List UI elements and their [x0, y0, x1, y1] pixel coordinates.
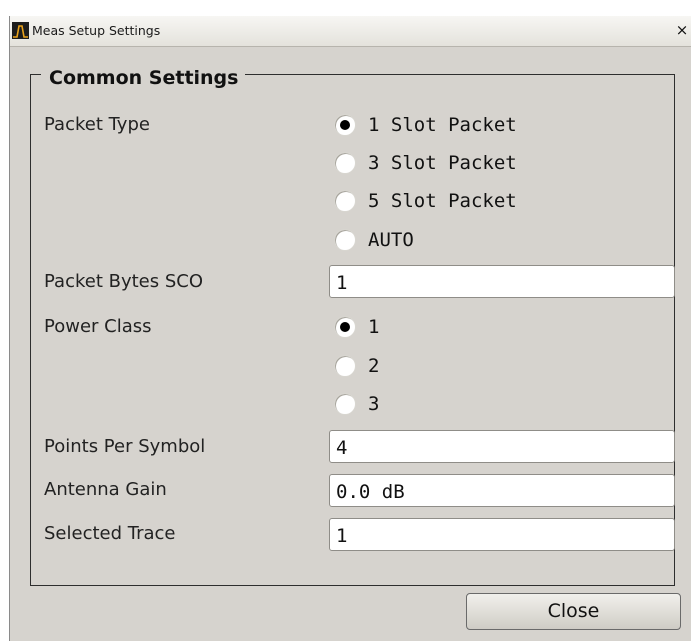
radio-label: 1 [368, 316, 380, 338]
radio-button [334, 190, 356, 212]
radio-selected-dot [340, 120, 350, 130]
settings-dialog: Meas Setup Settings × Common Settings Pa… [9, 16, 691, 641]
packet-type-label: Packet Type [44, 114, 150, 135]
radio-button [334, 355, 356, 377]
antenna-gain-label: Antenna Gain [44, 479, 167, 500]
radio-button [334, 393, 356, 415]
radio-label: AUTO [368, 229, 414, 251]
packet-bytes-sco-label: Packet Bytes SCO [44, 271, 204, 292]
selected-trace-label: Selected Trace [44, 523, 176, 544]
radio-label: 2 [368, 355, 380, 377]
close-icon[interactable]: × [675, 22, 689, 38]
antenna-gain-field[interactable] [329, 474, 675, 507]
spectrum-icon [12, 22, 29, 39]
points-per-symbol-field[interactable] [329, 430, 675, 463]
radio-button [334, 229, 356, 251]
radio-label: 3 Slot Packet [368, 152, 517, 174]
close-button[interactable]: Close [466, 593, 681, 630]
radio-selected-dot [340, 322, 350, 332]
radio-button [334, 152, 356, 174]
power-class-label: Power Class [44, 316, 152, 337]
radio-button [334, 114, 356, 136]
title-bar[interactable]: Meas Setup Settings × [10, 16, 691, 47]
points-per-symbol-label: Points Per Symbol [44, 436, 206, 457]
radio-button [334, 316, 356, 338]
radio-label: 1 Slot Packet [368, 114, 517, 136]
selected-trace-field[interactable] [329, 518, 675, 551]
group-title: Common Settings [41, 65, 246, 91]
packet-bytes-sco-field[interactable] [329, 265, 675, 298]
radio-label: 5 Slot Packet [368, 190, 517, 212]
radio-label: 3 [368, 393, 380, 415]
window-title: Meas Setup Settings [32, 23, 161, 38]
